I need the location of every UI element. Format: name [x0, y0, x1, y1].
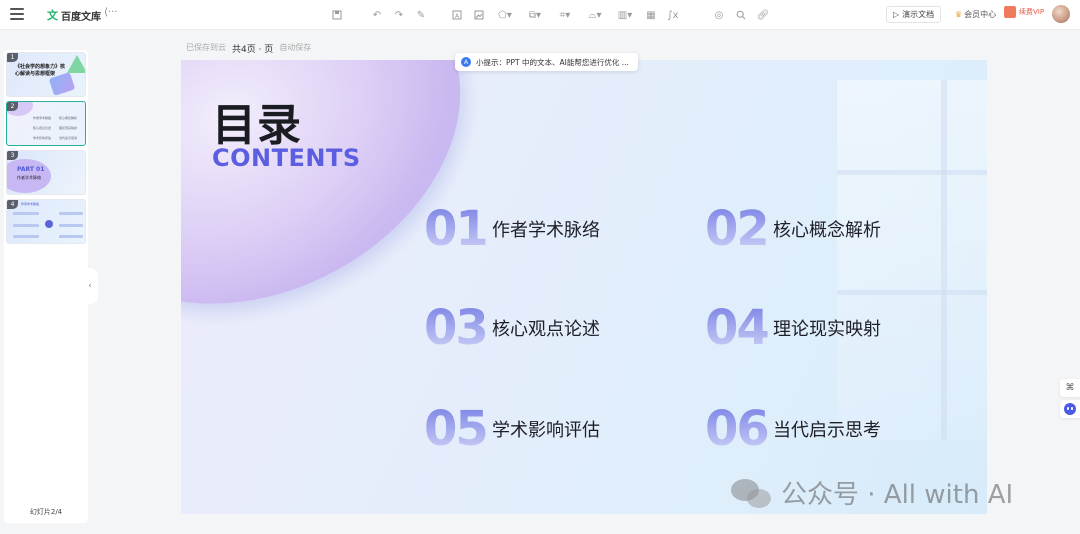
redo-icon[interactable]: ↷: [388, 7, 410, 23]
ai-tip-banner[interactable]: A 小提示：PPT 中的文本、AI能帮您进行优化 ...: [455, 53, 638, 71]
thumb-row: 当代启示思考: [59, 136, 78, 140]
thumb-row: 核心观点论述: [33, 126, 52, 130]
special-shape-icon[interactable]: ⌓▾: [580, 7, 610, 23]
target-icon[interactable]: ◎: [708, 7, 730, 23]
slide-canvas[interactable]: 目录 CONTENTS 01 作者学术脉络 02 核心概念解析 03 核心观点论…: [181, 60, 987, 514]
toc-item[interactable]: 02 核心概念解析: [705, 201, 881, 257]
collapse-panel-button[interactable]: ‹: [82, 268, 98, 304]
toc-item[interactable]: 04 理论现实映射: [705, 300, 881, 356]
crown-icon: ♛: [955, 10, 963, 19]
shortcut-tool-button[interactable]: ⌘: [1060, 379, 1080, 397]
watermark-text: 公众号 · All with AI: [781, 480, 1014, 510]
vip-renew-link[interactable]: 续费VIP: [1004, 6, 1044, 18]
image-icon[interactable]: [468, 7, 490, 23]
search-icon[interactable]: [730, 7, 752, 23]
ai-icon: A: [461, 57, 471, 67]
text-box-icon[interactable]: A: [446, 7, 468, 23]
brand-name: 百度文库: [61, 11, 101, 23]
toc-number: 02: [705, 201, 775, 257]
toc-text: 当代启示思考: [773, 420, 881, 441]
thumb-number: 1: [7, 53, 18, 62]
auto-save-status: 自动保存: [279, 43, 312, 52]
thumb-part: PART 01: [17, 166, 45, 173]
thumb-title: 《社会学的想象力》核心解读与思想框架: [15, 64, 66, 77]
toc-text: 核心观点论述: [492, 319, 600, 340]
table-icon[interactable]: ▦: [640, 7, 662, 23]
robot-icon: [1064, 403, 1076, 415]
tip-text: 小提示：PPT 中的文本、AI能帮您进行优化 ...: [476, 57, 629, 67]
toc-text: 理论现实映射: [773, 319, 881, 340]
chevron-left-icon: ‹: [88, 281, 92, 291]
save-icon[interactable]: [326, 7, 348, 23]
toc-text: 作者学术脉络: [492, 220, 600, 241]
chart-icon[interactable]: ▥▾: [610, 7, 640, 23]
copy-style-icon[interactable]: ⧉▾: [520, 7, 550, 23]
editor-toolbar: ↶ ↷ ✎ A ⬠▾ ⧉▾ ⌗▾ ⌓▾ ▥▾ ▦ ∫x ◎ 🔗︎: [326, 7, 774, 23]
menu-icon[interactable]: [10, 8, 24, 20]
ai-assistant-button[interactable]: [1060, 400, 1080, 418]
toc-number: 04: [705, 300, 775, 356]
toc-text: 核心概念解析: [773, 220, 881, 241]
toc-item[interactable]: 01 作者学术脉络: [424, 201, 600, 257]
toc-number: 05: [424, 401, 494, 457]
undo-icon[interactable]: ↶: [366, 7, 388, 23]
thumb-row: 理论现实映射: [59, 126, 78, 130]
slide-thumbnail-panel: 1 《社会学的想象力》核心解读与思想框架 2 作者学术脉络 核心概念解析 核心观…: [4, 50, 88, 523]
baidu-wenku-logo: 文: [47, 9, 58, 22]
thumb-number: 4: [7, 200, 18, 209]
toc-item[interactable]: 03 核心观点论述: [424, 300, 600, 356]
thumb-number: 3: [7, 151, 18, 160]
slide-thumbnail-2[interactable]: 2 作者学术脉络 核心概念解析 核心观点论述 理论现实映射 学术影响评估 当代启…: [6, 101, 86, 146]
back-icon[interactable]: ⟨···: [104, 7, 117, 18]
vip-label: 续费VIP: [1019, 8, 1045, 16]
format-paint-icon[interactable]: ✎: [410, 7, 432, 23]
slide-subtitle[interactable]: CONTENTS: [212, 144, 361, 172]
watermark: 公众号 · All with AI: [731, 474, 1013, 511]
crop-icon[interactable]: ⌗▾: [550, 7, 580, 23]
toc-item[interactable]: 05 学术影响评估: [424, 401, 600, 457]
command-icon: ⌘: [1065, 383, 1075, 393]
gift-icon: [1004, 6, 1016, 18]
slide-thumbnail-4[interactable]: 4 作者学术脉络: [6, 199, 86, 244]
link-icon[interactable]: 🔗︎: [752, 7, 774, 23]
member-center-link[interactable]: ♛ 会员中心: [955, 9, 996, 20]
toc-number: 06: [705, 401, 775, 457]
toc-number: 01: [424, 201, 494, 257]
present-button[interactable]: ▷ 演示文档: [886, 6, 942, 23]
thumb-sub: 作者学术脉络: [17, 175, 41, 180]
brand[interactable]: 文 百度文库: [47, 7, 101, 23]
slide-header: 已保存到云 共4页 · 页 自动保存: [186, 42, 311, 55]
thumb-number: 2: [7, 102, 18, 111]
thumb-title: 作者学术脉络: [21, 202, 40, 206]
toc-text: 学术影响评估: [492, 420, 600, 441]
page-info: 共4页 · 页: [232, 45, 274, 55]
slide-count: 幻灯片2/4: [29, 508, 63, 516]
slide-thumbnail-3[interactable]: 3 PART 01 作者学术脉络: [6, 150, 86, 195]
toc-number: 03: [424, 300, 494, 356]
thumb-row: 作者学术脉络: [33, 116, 52, 120]
thumb-row: 学术影响评估: [33, 136, 52, 140]
member-label: 会员中心: [964, 10, 997, 19]
shape-icon[interactable]: ⬠▾: [490, 7, 520, 23]
slide-thumbnail-1[interactable]: 1 《社会学的想象力》核心解读与思想框架: [6, 52, 86, 97]
thumb-row: 核心概念解析: [59, 116, 78, 120]
avatar[interactable]: [1052, 5, 1070, 23]
top-bar: 文 百度文库 ⟨··· ↶ ↷ ✎ A ⬠▾ ⧉▾ ⌗▾ ⌓▾ ▥▾ ▦ ∫x …: [0, 0, 1080, 30]
play-icon: ▷: [893, 10, 900, 19]
save-status: 已保存到云: [186, 43, 226, 52]
present-label: 演示文档: [902, 10, 935, 19]
formula-icon[interactable]: ∫x: [662, 7, 684, 23]
wechat-icon: [731, 477, 775, 509]
toc-item[interactable]: 06 当代启示思考: [705, 401, 881, 457]
